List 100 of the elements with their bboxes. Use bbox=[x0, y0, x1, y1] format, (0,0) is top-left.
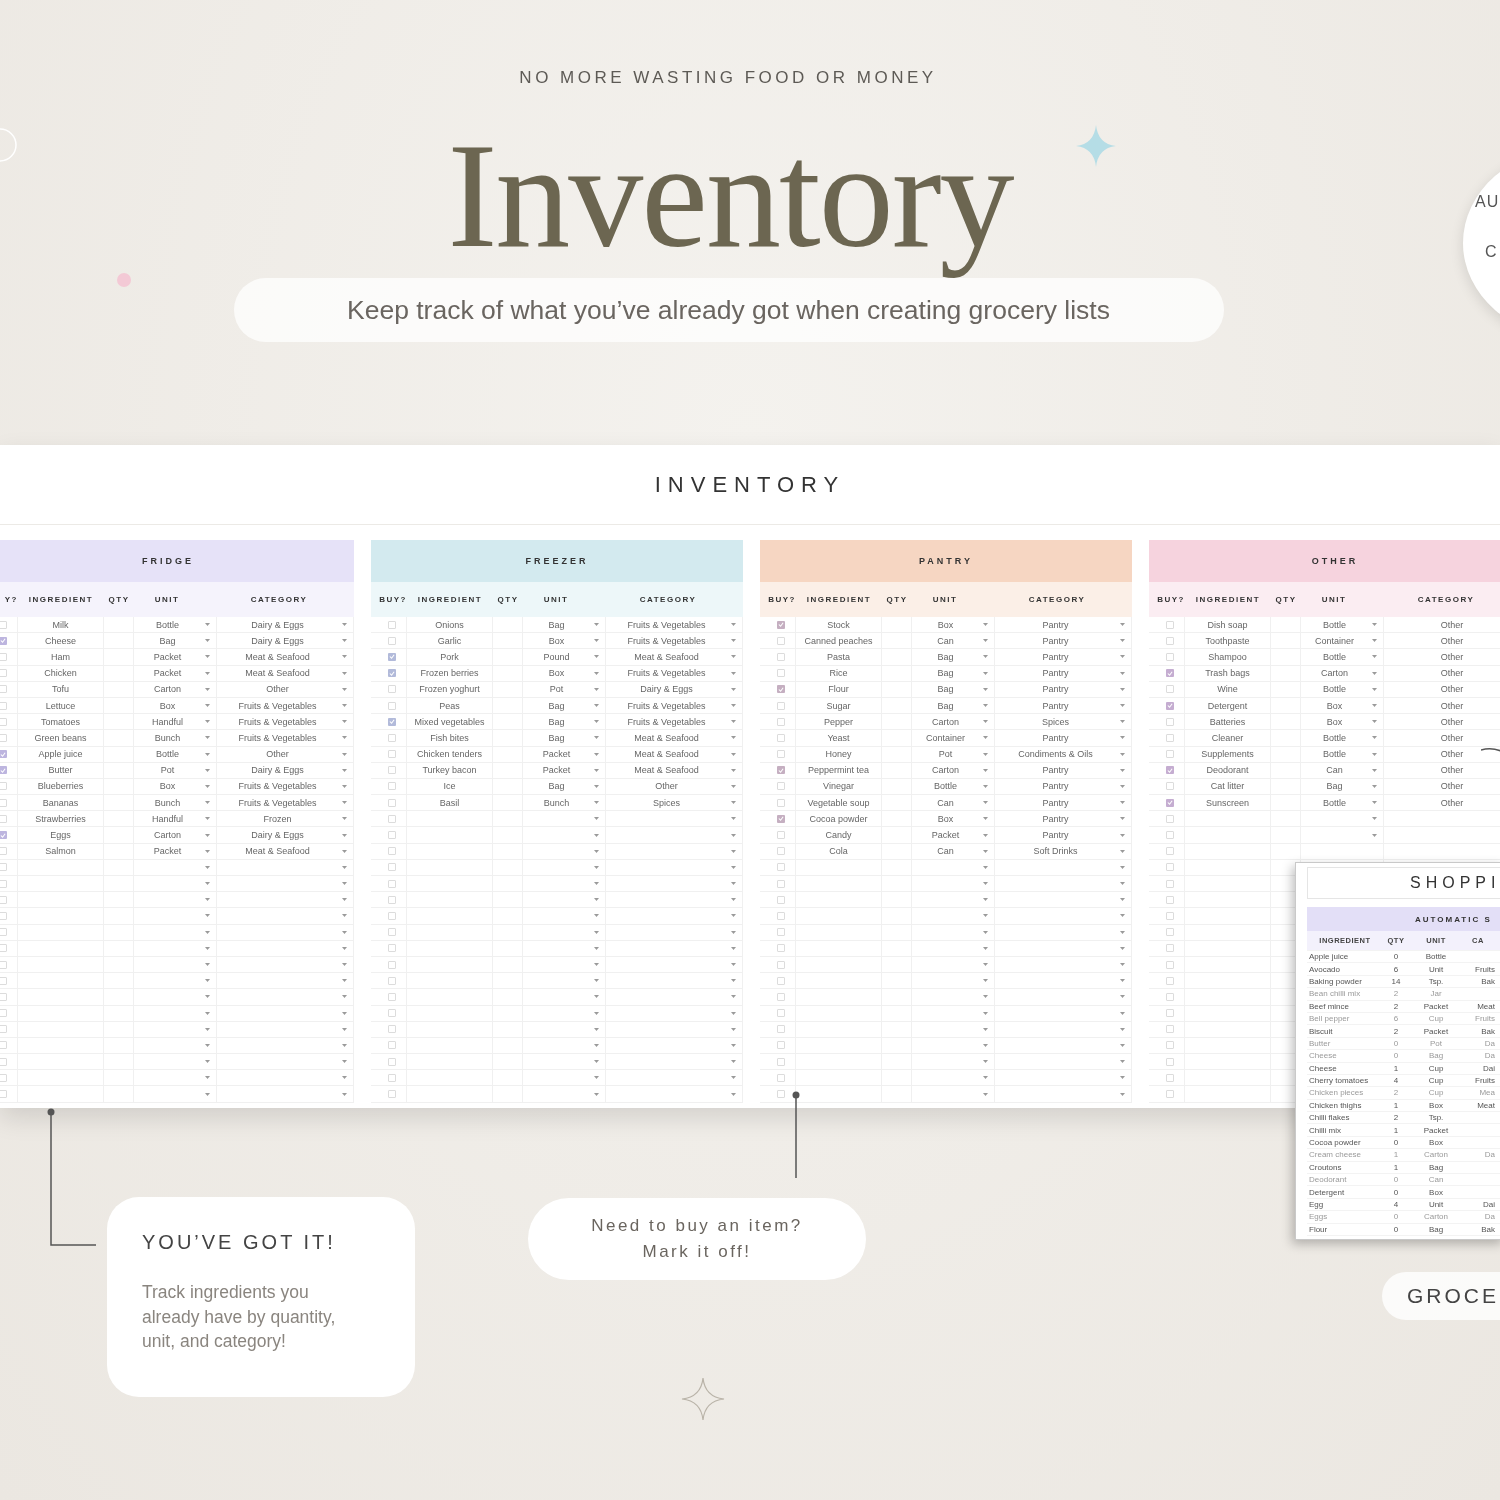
dropdown-arrow-icon[interactable] bbox=[731, 865, 736, 869]
table-cell[interactable]: Carton bbox=[912, 765, 979, 776]
checkbox[interactable] bbox=[0, 669, 7, 678]
table-cell[interactable]: Other bbox=[606, 781, 727, 792]
dropdown-arrow-icon[interactable] bbox=[594, 801, 599, 805]
dropdown-arrow-icon[interactable] bbox=[594, 865, 599, 869]
checkbox[interactable] bbox=[1166, 620, 1174, 629]
checkbox[interactable] bbox=[777, 1009, 785, 1018]
checkbox[interactable] bbox=[777, 944, 785, 953]
dropdown-arrow-icon[interactable] bbox=[1120, 1060, 1125, 1064]
dropdown-arrow-icon[interactable] bbox=[342, 898, 347, 902]
dropdown-arrow-icon[interactable] bbox=[594, 930, 599, 934]
table-cell[interactable]: Pot bbox=[134, 765, 201, 776]
dropdown-arrow-icon[interactable] bbox=[731, 1060, 736, 1064]
checkbox[interactable] bbox=[388, 669, 396, 678]
checkbox[interactable] bbox=[0, 766, 7, 775]
table-cell[interactable]: Box bbox=[523, 635, 590, 646]
table-cell[interactable]: Other bbox=[1384, 781, 1500, 792]
checkbox[interactable] bbox=[1166, 831, 1174, 840]
table-cell[interactable]: Fruits & Vegetables bbox=[217, 781, 338, 792]
dropdown-arrow-icon[interactable] bbox=[342, 882, 347, 886]
table-cell[interactable]: Other bbox=[1384, 684, 1500, 695]
table-cell[interactable]: Bottle bbox=[912, 781, 979, 792]
checkbox[interactable] bbox=[777, 879, 785, 888]
dropdown-arrow-icon[interactable] bbox=[731, 720, 736, 724]
checkbox[interactable] bbox=[0, 1090, 7, 1099]
table-cell[interactable]: Other bbox=[1384, 635, 1500, 646]
table-cell[interactable]: Box bbox=[912, 813, 979, 824]
dropdown-arrow-icon[interactable] bbox=[983, 671, 988, 675]
checkbox[interactable] bbox=[1166, 1041, 1174, 1050]
dropdown-arrow-icon[interactable] bbox=[731, 736, 736, 740]
checkbox[interactable] bbox=[1166, 814, 1174, 823]
table-cell[interactable]: Carton bbox=[134, 830, 201, 841]
dropdown-arrow-icon[interactable] bbox=[342, 1011, 347, 1015]
table-cell[interactable]: Dairy & Eggs bbox=[217, 830, 338, 841]
table-cell[interactable]: Packet bbox=[134, 651, 201, 662]
dropdown-arrow-icon[interactable] bbox=[1120, 1011, 1125, 1015]
dropdown-arrow-icon[interactable] bbox=[983, 1011, 988, 1015]
checkbox[interactable] bbox=[777, 701, 785, 710]
dropdown-arrow-icon[interactable] bbox=[205, 865, 210, 869]
dropdown-arrow-icon[interactable] bbox=[1120, 817, 1125, 821]
dropdown-arrow-icon[interactable] bbox=[983, 833, 988, 837]
dropdown-arrow-icon[interactable] bbox=[731, 704, 736, 708]
dropdown-arrow-icon[interactable] bbox=[983, 1076, 988, 1080]
dropdown-arrow-icon[interactable] bbox=[205, 930, 210, 934]
table-cell[interactable]: Bottle bbox=[134, 619, 201, 630]
dropdown-arrow-icon[interactable] bbox=[205, 1011, 210, 1015]
dropdown-arrow-icon[interactable] bbox=[342, 639, 347, 643]
table-cell[interactable]: Bag bbox=[523, 781, 590, 792]
checkbox[interactable] bbox=[0, 944, 7, 953]
dropdown-arrow-icon[interactable] bbox=[342, 946, 347, 950]
dropdown-arrow-icon[interactable] bbox=[1120, 639, 1125, 643]
dropdown-arrow-icon[interactable] bbox=[1120, 704, 1125, 708]
table-cell[interactable]: Can bbox=[1301, 765, 1368, 776]
dropdown-arrow-icon[interactable] bbox=[1120, 736, 1125, 740]
checkbox[interactable] bbox=[0, 976, 7, 985]
table-cell[interactable]: Pantry bbox=[995, 635, 1116, 646]
dropdown-arrow-icon[interactable] bbox=[205, 882, 210, 886]
checkbox[interactable] bbox=[777, 652, 785, 661]
table-cell[interactable]: Box bbox=[912, 619, 979, 630]
checkbox[interactable] bbox=[388, 992, 396, 1001]
dropdown-arrow-icon[interactable] bbox=[1120, 914, 1125, 918]
checkbox[interactable] bbox=[777, 976, 785, 985]
dropdown-arrow-icon[interactable] bbox=[342, 1092, 347, 1096]
checkbox[interactable] bbox=[0, 863, 7, 872]
dropdown-arrow-icon[interactable] bbox=[731, 1092, 736, 1096]
dropdown-arrow-icon[interactable] bbox=[342, 655, 347, 659]
dropdown-arrow-icon[interactable] bbox=[983, 865, 988, 869]
dropdown-arrow-icon[interactable] bbox=[205, 979, 210, 983]
dropdown-arrow-icon[interactable] bbox=[342, 817, 347, 821]
dropdown-arrow-icon[interactable] bbox=[983, 736, 988, 740]
dropdown-arrow-icon[interactable] bbox=[731, 833, 736, 837]
table-cell[interactable]: Pantry bbox=[995, 668, 1116, 679]
checkbox[interactable] bbox=[777, 1041, 785, 1050]
table-cell[interactable]: Fruits & Vegetables bbox=[606, 619, 727, 630]
dropdown-arrow-icon[interactable] bbox=[594, 687, 599, 691]
checkbox[interactable] bbox=[0, 685, 7, 694]
dropdown-arrow-icon[interactable] bbox=[342, 930, 347, 934]
dropdown-arrow-icon[interactable] bbox=[205, 671, 210, 675]
dropdown-arrow-icon[interactable] bbox=[1372, 736, 1377, 740]
dropdown-arrow-icon[interactable] bbox=[594, 768, 599, 772]
dropdown-arrow-icon[interactable] bbox=[1120, 655, 1125, 659]
dropdown-arrow-icon[interactable] bbox=[594, 946, 599, 950]
checkbox[interactable] bbox=[388, 960, 396, 969]
checkbox[interactable] bbox=[777, 798, 785, 807]
checkbox[interactable] bbox=[388, 701, 396, 710]
checkbox[interactable] bbox=[0, 911, 7, 920]
table-cell[interactable]: Bag bbox=[912, 700, 979, 711]
table-cell[interactable]: Bag bbox=[523, 619, 590, 630]
dropdown-arrow-icon[interactable] bbox=[983, 687, 988, 691]
dropdown-arrow-icon[interactable] bbox=[342, 752, 347, 756]
dropdown-arrow-icon[interactable] bbox=[205, 768, 210, 772]
dropdown-arrow-icon[interactable] bbox=[1120, 979, 1125, 983]
dropdown-arrow-icon[interactable] bbox=[205, 752, 210, 756]
table-cell[interactable]: Pound bbox=[523, 651, 590, 662]
checkbox[interactable] bbox=[777, 928, 785, 937]
dropdown-arrow-icon[interactable] bbox=[983, 995, 988, 999]
checkbox[interactable] bbox=[388, 1025, 396, 1034]
dropdown-arrow-icon[interactable] bbox=[205, 898, 210, 902]
checkbox[interactable] bbox=[1166, 895, 1174, 904]
